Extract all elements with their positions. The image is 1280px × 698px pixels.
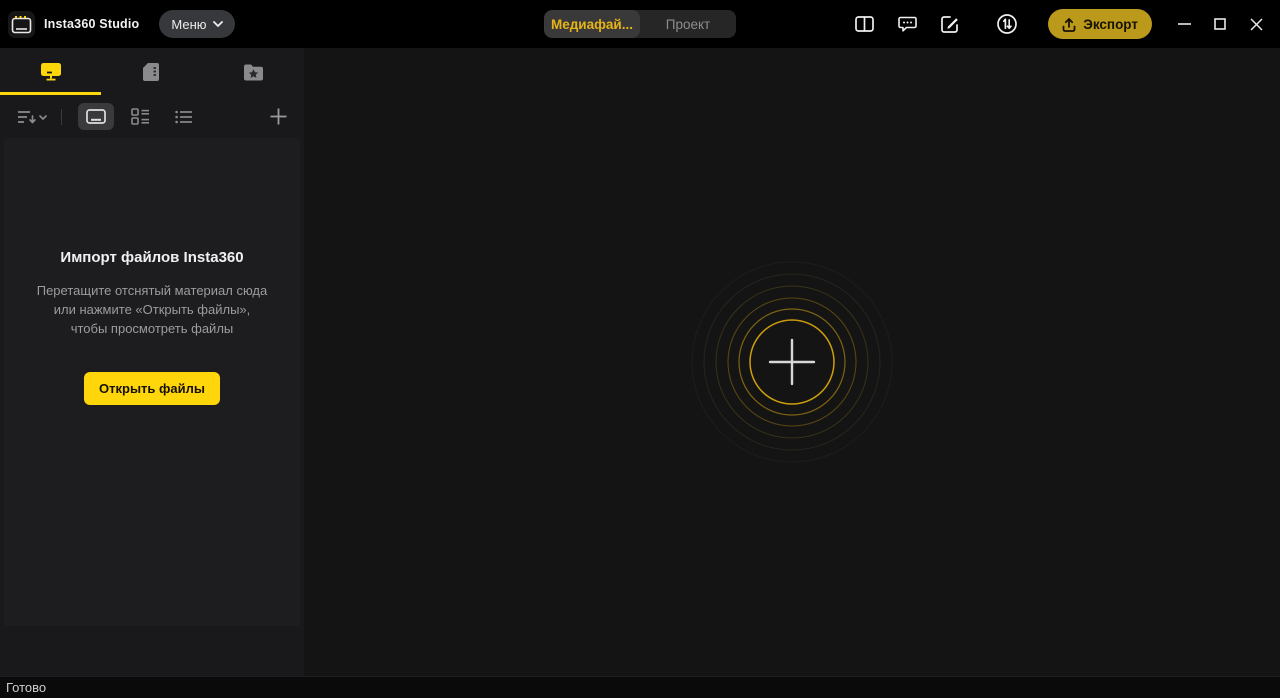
import-drop-zone[interactable]: Импорт файлов Insta360 Перетащите отснят… — [4, 138, 300, 626]
add-media-button[interactable] — [270, 108, 287, 125]
tab-project[interactable]: Проект — [640, 10, 736, 38]
task-queue-icon[interactable] — [996, 13, 1018, 35]
app-title: Insta360 Studio — [44, 17, 139, 31]
upload-icon — [1062, 17, 1076, 32]
status-text: Готово — [0, 680, 46, 695]
menu-chevron-icon — [213, 21, 223, 27]
sidebar-tabs — [0, 48, 304, 95]
toolbar-divider — [61, 109, 62, 125]
concentric-rings — [682, 252, 902, 472]
list-view-button[interactable] — [166, 103, 202, 130]
media-sidebar: Импорт файлов Insta360 Перетащите отснят… — [0, 48, 304, 676]
workspace-tabs: Медиафай... Проект — [544, 10, 736, 38]
import-description: Перетащите отснятый материал сюда или на… — [36, 281, 268, 339]
tab-media-files[interactable]: Медиафай... — [544, 10, 640, 38]
titlebar: Insta360 Studio Меню Медиафай... Проект — [0, 0, 1280, 48]
plus-icon — [770, 340, 814, 384]
open-files-button[interactable]: Открыть файлы — [84, 372, 220, 405]
active-tab-underline — [0, 92, 101, 95]
export-button[interactable]: Экспорт — [1048, 9, 1152, 39]
grid-view-button[interactable] — [122, 103, 158, 130]
favorites-folder-icon — [243, 63, 264, 81]
sort-icon[interactable] — [17, 108, 47, 126]
sidebar-tab-media[interactable] — [0, 48, 101, 95]
minimize-icon[interactable] — [1166, 0, 1202, 48]
titlebar-right: Экспорт — [853, 0, 1280, 48]
add-media-target[interactable] — [682, 252, 902, 472]
media-library-icon — [40, 62, 62, 81]
large-view-button[interactable] — [78, 103, 114, 130]
sidebar-tab-favorites[interactable] — [203, 48, 304, 95]
close-icon[interactable] — [1238, 0, 1274, 48]
feedback-icon[interactable] — [896, 13, 918, 35]
preview-canvas — [304, 48, 1280, 676]
sidebar-toolbar — [0, 95, 304, 138]
dual-view-icon[interactable] — [853, 13, 875, 35]
sd-card-icon — [143, 62, 160, 82]
import-title: Импорт файлов Insta360 — [60, 249, 243, 266]
app-logo-icon — [8, 11, 35, 38]
list-view-icon — [175, 110, 193, 124]
grid-view-icon — [131, 108, 150, 125]
export-button-label: Экспорт — [1083, 17, 1138, 32]
edit-note-icon[interactable] — [939, 13, 961, 35]
titlebar-left: Insta360 Studio Меню — [0, 10, 235, 38]
menu-button[interactable]: Меню — [159, 10, 234, 38]
maximize-icon[interactable] — [1202, 0, 1238, 48]
statusbar: Готово — [0, 676, 1280, 698]
window-controls — [1166, 0, 1274, 48]
sidebar-footer — [0, 626, 304, 676]
sidebar-tab-sd-card[interactable] — [101, 48, 202, 95]
menu-button-label: Меню — [171, 17, 206, 32]
large-view-icon — [86, 109, 106, 124]
add-icon — [270, 108, 287, 125]
